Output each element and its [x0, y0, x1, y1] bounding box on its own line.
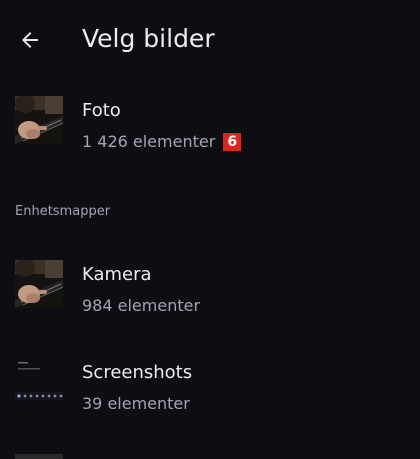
folder-thumbnail [15, 454, 63, 459]
app-bar: Velg bilder [0, 0, 420, 78]
screenshot-thumbnail [15, 358, 63, 406]
folder-thumbnail [15, 260, 63, 308]
arrow-back-icon [22, 32, 38, 48]
album-title: Foto [82, 100, 121, 121]
folder-row-screenshots[interactable]: Screenshots 39 elementer [0, 344, 420, 422]
back-button[interactable] [12, 22, 48, 58]
page-title: Velg bilder [82, 24, 215, 53]
number-badge: 6 [223, 133, 242, 151]
album-count: 1 426 elementer 6 [82, 131, 242, 153]
folder-title: Screenshots [82, 362, 193, 383]
folder-count: 984 elementer [82, 296, 201, 315]
folder-title: Kamera [82, 264, 152, 285]
album-row-foto[interactable]: Foto 1 426 elementer 6 [0, 82, 420, 160]
album-thumbnail [15, 96, 63, 144]
section-header: Enhetsmapper [15, 204, 111, 219]
guitar-photo-thumbnail [15, 96, 63, 144]
folder-thumbnail [15, 358, 63, 406]
guitar-photo-thumbnail [15, 260, 63, 308]
album-count-text: 1 426 elementer [82, 132, 216, 151]
folder-count: 39 elementer [82, 394, 190, 413]
folder-row-partial[interactable] [0, 440, 420, 459]
folder-row-kamera[interactable]: Kamera 984 elementer [0, 246, 420, 324]
